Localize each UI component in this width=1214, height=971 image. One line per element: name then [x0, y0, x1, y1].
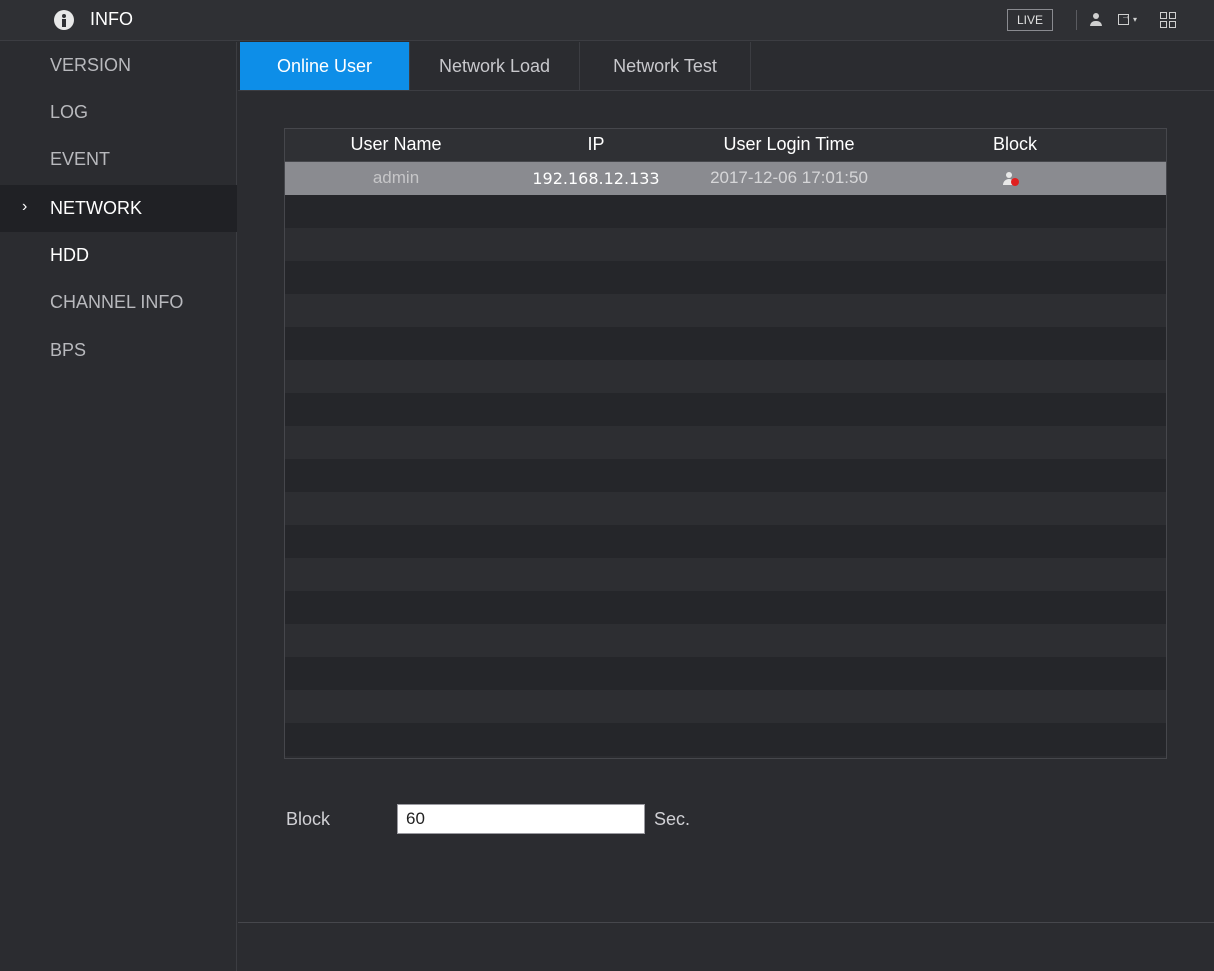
online-user-table: User Name IP User Login Time Block admin… [284, 128, 1167, 759]
sidebar-item-event[interactable]: EVENT [0, 136, 237, 183]
user-name-cell: admin [372, 168, 420, 187]
page-title: INFO [90, 9, 133, 29]
block-duration-input[interactable] [397, 804, 645, 834]
sidebar-item-hdd[interactable]: HDD [0, 232, 237, 279]
table-header: User Name IP User Login Time Block [285, 129, 1166, 162]
tab-network-test[interactable]: Network Test [580, 42, 751, 90]
sidebar-item-label: CHANNEL INFO [50, 292, 184, 312]
sidebar-item-version[interactable]: VERSION [0, 42, 237, 89]
sidebar-item-label: EVENT [50, 149, 111, 169]
table-row [285, 558, 1166, 591]
info-icon [54, 10, 74, 30]
table-row [285, 492, 1166, 525]
table-row [285, 360, 1166, 393]
sidebar-item-label: NETWORK [50, 198, 142, 218]
sidebar-item-bps[interactable]: BPS [0, 327, 237, 374]
tab-network-load[interactable]: Network Load [410, 42, 580, 90]
divider [1076, 10, 1077, 30]
column-header-user-name: User Name [350, 134, 442, 154]
sidebar-item-channel-info[interactable]: CHANNEL INFO [0, 279, 237, 326]
user-icon[interactable] [1090, 13, 1102, 27]
column-header-login-time: User Login Time [723, 134, 855, 154]
live-button[interactable]: LIVE [1007, 9, 1053, 31]
column-header-ip: IP [587, 134, 605, 154]
column-header-block: Block [992, 134, 1037, 154]
chevron-right-icon: › [22, 198, 28, 215]
table-row [285, 657, 1166, 690]
table-row[interactable]: admin 192.168.12.133 2017-12-06 17:01:50 [285, 162, 1166, 195]
sidebar-item-network[interactable]: › NETWORK [0, 185, 237, 232]
table-row [285, 525, 1166, 558]
block-unit-label: Sec. [654, 809, 691, 829]
table-row [285, 591, 1166, 624]
table-row [285, 195, 1166, 228]
table-row [285, 327, 1166, 360]
logout-icon[interactable]: → ▾ [1118, 11, 1144, 28]
sidebar-item-label: BPS [50, 340, 87, 360]
table-row [285, 261, 1166, 294]
sidebar: VERSION LOG EVENT › NETWORK HDD CHANNEL … [0, 42, 237, 971]
table-row [285, 228, 1166, 261]
block-user-icon[interactable] [1003, 171, 1019, 187]
table-row [285, 459, 1166, 492]
tab-bar: Online User Network Load Network Test [238, 42, 1214, 91]
sidebar-item-label: HDD [50, 245, 89, 265]
top-bar: INFO LIVE → ▾ [0, 0, 1214, 41]
table-row [285, 690, 1166, 723]
sidebar-item-log[interactable]: LOG [0, 89, 237, 136]
footer-divider [238, 922, 1214, 923]
block-label: Block [286, 809, 331, 829]
tab-online-user[interactable]: Online User [240, 42, 410, 90]
sidebar-item-label: LOG [50, 102, 89, 122]
table-row [285, 294, 1166, 327]
table-row [285, 624, 1166, 657]
ip-cell: 192.168.12.133 [532, 169, 660, 188]
table-row [285, 426, 1166, 459]
table-row [285, 393, 1166, 426]
table-row [285, 723, 1166, 756]
login-time-cell: 2017-12-06 17:01:50 [710, 168, 868, 187]
sidebar-item-label: VERSION [50, 55, 132, 75]
qr-code-icon[interactable] [1160, 12, 1176, 28]
